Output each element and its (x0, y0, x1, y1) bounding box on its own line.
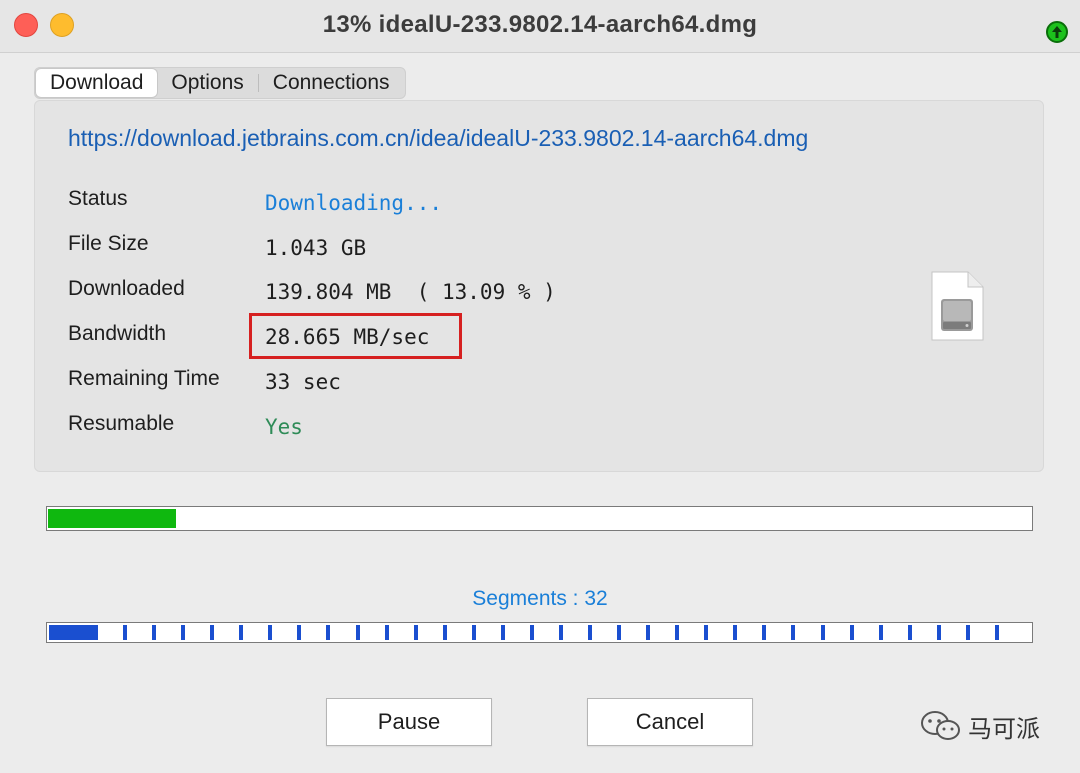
segment-tick (646, 625, 650, 640)
segment-tick (181, 625, 185, 640)
segment-tick (791, 625, 795, 640)
bandwidth-highlight-box (249, 313, 462, 359)
segment-tick (297, 625, 301, 640)
file-size-value: 1.043 GB (265, 236, 367, 260)
file-size-label: File Size (68, 232, 149, 255)
segment-tick (443, 625, 447, 640)
segment-tick (123, 625, 127, 640)
wechat-icon (921, 711, 960, 740)
window-title: 13% idealU-233.9802.14-aarch64.dmg (322, 11, 758, 38)
downloaded-label: Downloaded (68, 277, 185, 300)
segment-tick (879, 625, 883, 640)
tab-download[interactable]: Download (36, 69, 158, 97)
segment-tick (588, 625, 592, 640)
download-progress-bar (46, 506, 1033, 531)
download-url-link[interactable]: https://download.jetbrains.com.cn/idea/i… (68, 125, 808, 152)
segment-tick (530, 625, 534, 640)
status-value: Downloading... (265, 191, 443, 215)
disk-image-file-icon (931, 271, 984, 341)
segment-tick (908, 625, 912, 640)
segment-tick (821, 625, 825, 640)
cancel-button[interactable]: Cancel (587, 698, 753, 746)
segment-tick (733, 625, 737, 640)
segment-tick (704, 625, 708, 640)
segment-tick (966, 625, 970, 640)
segments-bar (46, 622, 1033, 643)
segment-tick (937, 625, 941, 640)
segment-active-block (49, 625, 98, 640)
segment-tick (472, 625, 476, 640)
segment-tick (152, 625, 156, 640)
segment-tick (762, 625, 766, 640)
status-label: Status (68, 187, 128, 210)
tab-bar: Download Options Connections (34, 67, 406, 99)
remaining-time-value: 33 sec (265, 370, 341, 394)
segment-tick (210, 625, 214, 640)
segment-tick (239, 625, 243, 640)
segments-label: Segments : 32 (472, 587, 608, 610)
bandwidth-label: Bandwidth (68, 322, 167, 345)
tab-connections[interactable]: Connections (259, 69, 404, 97)
watermark-text: 马可派 (968, 714, 1040, 743)
segment-tick (617, 625, 621, 640)
resumable-value: Yes (265, 415, 303, 439)
resumable-label: Resumable (68, 412, 175, 435)
segment-tick (385, 625, 389, 640)
segment-tick (559, 625, 563, 640)
segment-tick (501, 625, 505, 640)
segment-tick (268, 625, 272, 640)
download-info-panel: https://download.jetbrains.com.cn/idea/i… (34, 100, 1044, 472)
download-progress-fill (48, 509, 176, 528)
downloaded-value: 139.804 MB ( 13.09 % ) (265, 280, 556, 304)
segment-tick (850, 625, 854, 640)
segment-tick (356, 625, 360, 640)
tab-options[interactable]: Options (157, 69, 257, 97)
watermark: 马可派 (920, 708, 1040, 744)
upload-arrow-icon (1046, 21, 1068, 43)
segment-tick (326, 625, 330, 640)
segment-tick (414, 625, 418, 640)
remaining-time-label: Remaining Time (68, 367, 220, 390)
title-bar: 13% idealU-233.9802.14-aarch64.dmg (0, 0, 1080, 53)
pause-button[interactable]: Pause (326, 698, 492, 746)
download-window: 13% idealU-233.9802.14-aarch64.dmg Downl… (0, 0, 1080, 773)
segment-tick (675, 625, 679, 640)
segment-tick (995, 625, 999, 640)
